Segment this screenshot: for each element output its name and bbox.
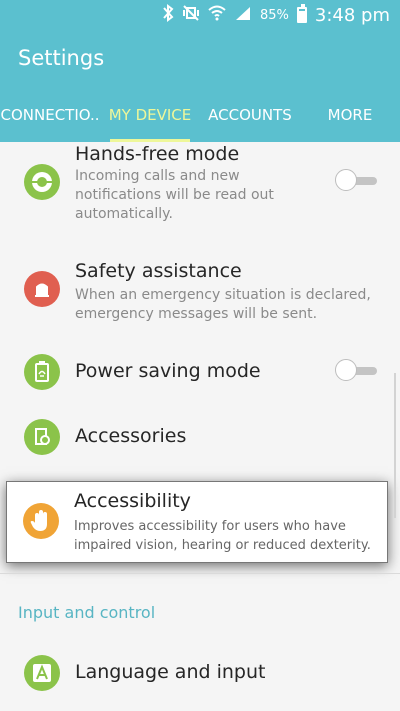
tab-more[interactable]: MORE [300,88,400,142]
warning-light-icon [24,271,60,307]
item-title: Power saving mode [75,360,261,382]
section-title-input-control: Input and control [18,603,156,622]
status-bar: 85% 3:48 pm [0,0,400,30]
status-time: 3:48 pm [314,4,390,26]
item-description: Incoming calls and new notifications wil… [75,168,274,222]
hand-icon [23,503,59,539]
list-item-accessories[interactable]: Accessories [0,405,400,469]
settings-list[interactable]: Hands-free mode Incoming calls and new n… [0,142,400,711]
item-description: When an emergency situation is declared,… [75,287,371,322]
battery-icon [296,4,307,23]
wifi-icon [208,5,226,25]
item-title: Accessories [75,425,187,447]
tab-accounts[interactable]: ACCOUNTS [200,88,300,142]
power-saving-toggle[interactable] [335,359,377,381]
tab-connections[interactable]: CONNECTIO.. [0,88,100,142]
tab-bar: CONNECTIO.. MY DEVICE ACCOUNTS MORE [0,88,400,142]
page-title: Settings [18,46,105,70]
item-description: Improves accessibility for users who hav… [74,519,371,553]
item-title: Safety assistance [75,260,242,282]
steering-wheel-icon [24,164,60,200]
accessory-device-icon [24,419,60,455]
vibrate-mute-icon [182,4,200,26]
status-icons: 85% 3:48 pm [162,4,390,26]
signal-icon [234,5,252,25]
battery-percent: 85% [259,7,289,23]
battery-recycle-icon [24,354,60,390]
list-item-power-saving-mode[interactable]: Power saving mode [0,341,400,405]
list-item-safety-assistance[interactable]: Safety assistance When an emergency situ… [0,249,400,329]
list-item-accessibility[interactable]: Accessibility Improves accessibility for… [6,481,388,563]
item-title: Language and input [75,661,266,683]
item-title: Hands-free mode [75,143,240,165]
tab-my-device[interactable]: MY DEVICE [100,88,200,142]
list-item-hands-free-mode[interactable]: Hands-free mode Incoming calls and new n… [0,142,400,234]
section-divider [0,573,400,574]
hands-free-toggle[interactable] [335,169,377,191]
list-item-language-and-input[interactable]: Language and input [0,636,400,711]
bluetooth-icon [162,4,174,26]
item-title: Accessibility [74,490,191,512]
app-bar: Settings CONNECTIO.. MY DEVICE ACCOUNTS … [0,30,400,142]
letter-a-keyboard-icon [24,655,60,691]
scrollbar[interactable] [394,373,396,518]
